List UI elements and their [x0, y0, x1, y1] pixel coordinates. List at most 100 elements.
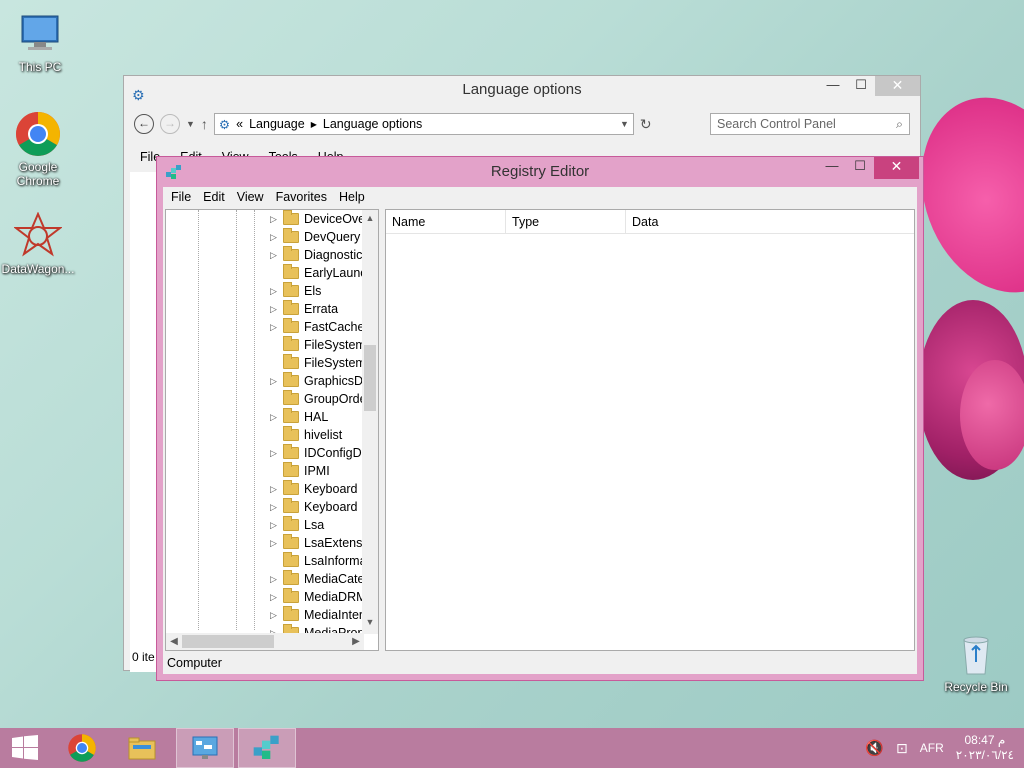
scroll-down-arrow-icon[interactable]: ▼	[362, 614, 378, 630]
tree-node[interactable]: ▷ LsaExtensic	[166, 534, 364, 552]
expand-arrow-icon[interactable]: ▷	[270, 534, 280, 552]
scroll-left-arrow-icon[interactable]: ◀	[166, 633, 182, 650]
minimize-button[interactable]: —	[819, 76, 847, 96]
tree-node[interactable]: IPMI	[166, 462, 364, 480]
network-icon[interactable]: ⊡	[896, 740, 908, 757]
registry-tree-pane[interactable]: ▷ DeviceOve ▷ DevQuery ▷ Diagnostic EarlyLaunc…	[165, 209, 379, 651]
scroll-up-arrow-icon[interactable]: ▲	[362, 210, 378, 226]
expand-arrow-icon[interactable]: ▷	[270, 246, 280, 264]
tree-node[interactable]: ▷ Lsa	[166, 516, 364, 534]
expand-arrow-icon[interactable]: ▷	[270, 228, 280, 246]
tree-node-label: Keyboard L	[304, 500, 364, 514]
close-button[interactable]: ✕	[874, 157, 919, 179]
expand-arrow-icon[interactable]: ▷	[270, 318, 280, 336]
tree-node[interactable]: LsaInforma	[166, 552, 364, 570]
volume-muted-icon[interactable]: 🔇	[865, 739, 884, 757]
input-language[interactable]: AFR	[920, 741, 944, 755]
tree-node-label: DeviceOve	[304, 212, 364, 226]
close-button[interactable]: ✕	[875, 76, 920, 96]
tree-node[interactable]: ▷ MediaInter	[166, 606, 364, 624]
taskbar-chrome[interactable]	[54, 728, 112, 768]
tree-node[interactable]: hivelist	[166, 426, 364, 444]
folder-icon	[283, 354, 299, 369]
registry-values-pane[interactable]: Name Type Data	[385, 209, 915, 651]
tree-node[interactable]: ▷ IDConfigDl	[166, 444, 364, 462]
taskbar-control-panel[interactable]	[176, 728, 234, 768]
expand-arrow-icon[interactable]: ▷	[270, 498, 280, 516]
chrome-icon	[14, 110, 62, 158]
up-arrow-icon[interactable]: ↑	[201, 116, 208, 132]
desktop-icon-google-chrome[interactable]: Google Chrome	[0, 110, 78, 188]
expand-arrow-icon[interactable]: ▷	[270, 372, 280, 390]
desktop-icon-datawagon[interactable]: DataWagon...	[0, 211, 78, 276]
tree-node[interactable]: ▷ Els	[166, 282, 364, 300]
maximize-button[interactable]: ☐	[847, 76, 875, 96]
tree-node[interactable]: EarlyLaunc	[166, 264, 364, 282]
minimize-button[interactable]: —	[818, 157, 846, 177]
tree-node[interactable]: FileSystem	[166, 354, 364, 372]
expand-arrow-icon[interactable]: ▷	[270, 300, 280, 318]
tree-horizontal-scrollbar[interactable]: ◀ ▶	[166, 633, 364, 650]
menu-view[interactable]: View	[231, 190, 270, 204]
expand-arrow-icon[interactable]: ▷	[270, 606, 280, 624]
taskbar-file-explorer[interactable]	[114, 728, 172, 768]
expand-arrow-icon[interactable]: ▷	[270, 480, 280, 498]
tree-node[interactable]: ▷ GraphicsDr	[166, 372, 364, 390]
tree-node[interactable]: ▷ HAL	[166, 408, 364, 426]
expand-arrow-icon[interactable]: ▷	[270, 210, 280, 228]
menu-file[interactable]: File	[165, 190, 197, 204]
taskbar-registry-editor[interactable]	[238, 728, 296, 768]
forward-button[interactable]: →	[160, 114, 180, 134]
refresh-icon[interactable]: ↻	[640, 116, 652, 133]
column-type[interactable]: Type	[506, 210, 626, 233]
column-data[interactable]: Data	[626, 210, 906, 233]
start-button[interactable]	[0, 728, 50, 768]
tree-node[interactable]: ▷ Diagnostic	[166, 246, 364, 264]
expand-arrow-icon[interactable]: ▷	[270, 588, 280, 606]
menu-edit[interactable]: Edit	[197, 190, 231, 204]
scroll-right-arrow-icon[interactable]: ▶	[348, 633, 364, 650]
tree-node-label: MediaCate	[304, 572, 364, 586]
tree-node[interactable]: ▷ DeviceOve	[166, 210, 364, 228]
registry-editor-window[interactable]: Registry Editor — ☐ ✕ File Edit View Fav…	[156, 156, 924, 681]
tree-vertical-scrollbar[interactable]: ▲ ▼	[362, 210, 378, 634]
expand-arrow-icon[interactable]: ▷	[270, 282, 280, 300]
breadcrumb-language[interactable]: Language	[249, 117, 305, 131]
back-button[interactable]: ←	[134, 114, 154, 134]
desktop-icon-recycle-bin[interactable]: Recycle Bin	[936, 630, 1016, 694]
menu-help[interactable]: Help	[333, 190, 371, 204]
breadcrumb-language-options[interactable]: Language options	[323, 117, 422, 131]
tree-node-label: HAL	[304, 410, 329, 424]
tree-node[interactable]: ▷ MediaCate	[166, 570, 364, 588]
tree-node[interactable]: ▷ Errata	[166, 300, 364, 318]
tree-node[interactable]: ▷ Keyboard L	[166, 498, 364, 516]
language-window-titlebar[interactable]: ⚙ Language options — ☐ ✕	[124, 76, 920, 104]
tree-node[interactable]: ▷ Keyboard L	[166, 480, 364, 498]
tree-node[interactable]: ▷ MediaDRM	[166, 588, 364, 606]
scroll-thumb[interactable]	[182, 635, 274, 648]
folder-icon	[283, 444, 299, 459]
search-input[interactable]: Search Control Panel ⌕	[710, 113, 910, 135]
registry-status-bar: Computer	[167, 656, 222, 670]
tree-node[interactable]: ▷ FastCache	[166, 318, 364, 336]
tree-node[interactable]: ▷ DevQuery	[166, 228, 364, 246]
maximize-button[interactable]: ☐	[846, 157, 874, 177]
expand-arrow-icon[interactable]: ▷	[270, 570, 280, 588]
menu-favorites[interactable]: Favorites	[270, 190, 333, 204]
expand-arrow-icon[interactable]: ▷	[270, 408, 280, 426]
tree-node[interactable]: GroupOrde	[166, 390, 364, 408]
address-dropdown-icon[interactable]: ▼	[620, 119, 629, 129]
desktop-icon-this-pc[interactable]: This PC	[0, 10, 80, 74]
recent-pages-dropdown-icon[interactable]: ▼	[186, 119, 195, 129]
folder-icon	[283, 228, 299, 243]
search-placeholder: Search Control Panel	[717, 117, 836, 131]
scroll-thumb[interactable]	[364, 345, 376, 411]
expand-arrow-icon[interactable]: ▷	[270, 516, 280, 534]
clock[interactable]: 08:47 م ٢٠٢٣/٠٦/٢٤	[956, 733, 1014, 763]
registry-titlebar[interactable]: Registry Editor — ☐ ✕	[157, 157, 923, 187]
column-name[interactable]: Name	[386, 210, 506, 233]
tree-node[interactable]: FileSystem	[166, 336, 364, 354]
address-bar[interactable]: ⚙ « Language ▶ Language options ▼	[213, 113, 634, 135]
expand-arrow-icon[interactable]: ▷	[270, 444, 280, 462]
breadcrumb-overflow[interactable]: «	[236, 117, 243, 131]
